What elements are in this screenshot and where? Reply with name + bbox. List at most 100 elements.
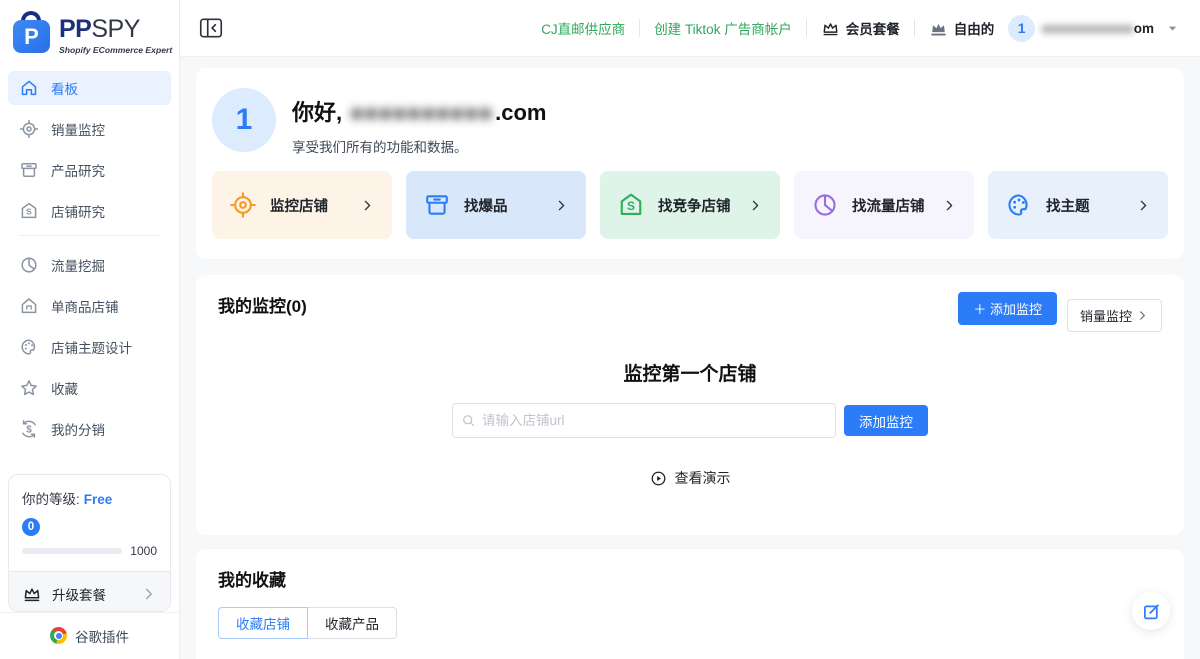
level-label: 你的等级:Free xyxy=(22,488,157,508)
chrome-icon xyxy=(50,627,67,644)
add-monitor-button[interactable]: ＋ 添加监控 xyxy=(958,292,1057,325)
level-current-badge: 0 xyxy=(22,518,40,536)
pie-chart-icon xyxy=(19,255,39,275)
sidebar-item-traffic-mining[interactable]: 流量挖掘 xyxy=(8,248,171,282)
pie-chart-icon xyxy=(811,191,839,219)
chevron-right-icon xyxy=(942,198,957,213)
level-max: 1000 xyxy=(130,544,157,558)
redacted-email: ●●●●●●●●●● xyxy=(350,100,493,126)
house-icon xyxy=(19,296,39,316)
user-menu[interactable]: 1 ●●●●●●●●●●om xyxy=(1008,15,1178,42)
my-favorites-card: 我的收藏 收藏店铺 收藏产品 xyxy=(196,549,1184,659)
tab-favorite-products[interactable]: 收藏产品 xyxy=(308,607,397,639)
crown-outline-icon xyxy=(821,19,840,38)
palette-icon xyxy=(1005,191,1033,219)
sidebar-item-label: 产品研究 xyxy=(51,160,105,180)
edit-button[interactable] xyxy=(1132,592,1170,630)
quick-action-find-competitors[interactable]: 找竞争店铺 xyxy=(600,171,780,239)
sidebar-divider xyxy=(18,235,161,236)
sidebar-item-favorites[interactable]: 收藏 xyxy=(8,371,171,405)
plugin-label: 谷歌插件 xyxy=(75,626,129,646)
play-icon xyxy=(650,470,667,487)
sidebar-item-label: 看板 xyxy=(51,78,78,98)
sidebar: P PPSPY Shopify ECommerce Expert 看板 销量监控… xyxy=(0,0,180,659)
brand-tagline: Shopify ECommerce Expert xyxy=(59,45,172,55)
quick-action-find-hot-products[interactable]: 找爆品 xyxy=(406,171,586,239)
sidebar-item-product-research[interactable]: 产品研究 xyxy=(8,153,171,187)
sidebar-item-theme-design[interactable]: 店铺主题设计 xyxy=(8,330,171,364)
greeting-subtitle: 享受我们所有的功能和数据。 xyxy=(292,136,547,156)
shop-url-input[interactable] xyxy=(452,403,836,438)
quick-action-find-traffic-stores[interactable]: 找流量店铺 xyxy=(794,171,974,239)
chevron-right-icon xyxy=(554,198,569,213)
tiktok-ads-link[interactable]: 创建 Tiktok 广告商帐户 xyxy=(654,18,792,38)
membership-plan-link[interactable]: 会员套餐 xyxy=(821,18,900,38)
greeting-card: 1 你好, ●●●●●●●●●● .com 享受我们所有的功能和数据。 监控店铺 xyxy=(196,68,1184,259)
upgrade-label: 升级套餐 xyxy=(52,584,106,604)
sidebar-item-label: 单商品店铺 xyxy=(51,296,119,316)
sidebar-item-label: 销量监控 xyxy=(51,119,105,139)
favorites-tabs: 收藏店铺 收藏产品 xyxy=(218,607,1162,639)
sidebar-item-label: 店铺研究 xyxy=(51,201,105,221)
top-bar: CJ直邮供应商 创建 Tiktok 广告商帐户 会员套餐 自由的 1 ●●●●●… xyxy=(180,0,1200,57)
my-monitor-card: 我的监控(0) ＋ 添加监控 销量监控 监控第一个店铺 xyxy=(196,275,1184,535)
divider xyxy=(639,19,640,37)
sidebar-item-my-affiliate[interactable]: 我的分销 xyxy=(8,412,171,446)
sidebar-item-label: 收藏 xyxy=(51,378,78,398)
sidebar-nav: 看板 销量监控 产品研究 店铺研究 流量挖掘 单商品店铺 xyxy=(0,59,179,453)
collapse-sidebar-icon[interactable] xyxy=(199,16,223,40)
main-area: CJ直邮供应商 创建 Tiktok 广告商帐户 会员套餐 自由的 1 ●●●●●… xyxy=(180,0,1200,659)
home-icon xyxy=(19,78,39,98)
divider xyxy=(914,19,915,37)
chrome-plugin-link[interactable]: 谷歌插件 xyxy=(0,612,179,659)
user-email: ●●●●●●●●●●om xyxy=(1042,21,1154,36)
dollar-cycle-icon xyxy=(19,419,39,439)
crown-icon xyxy=(22,584,42,604)
favorites-title: 我的收藏 xyxy=(218,566,1162,591)
sidebar-item-sales-monitor[interactable]: 销量监控 xyxy=(8,112,171,146)
sidebar-item-shop-research[interactable]: 店铺研究 xyxy=(8,194,171,228)
target-icon xyxy=(19,119,39,139)
chevron-right-icon xyxy=(748,198,763,213)
chevron-right-icon xyxy=(1136,309,1149,322)
divider xyxy=(806,19,807,37)
avatar: 1 xyxy=(1008,15,1035,42)
level-card: 你的等级:Free 0 1000 升级套餐 xyxy=(8,474,171,612)
upgrade-plan-button[interactable]: 升级套餐 xyxy=(9,571,170,612)
sidebar-item-dashboard[interactable]: 看板 xyxy=(8,71,171,105)
chevron-right-icon xyxy=(141,586,157,602)
box-icon xyxy=(423,191,451,219)
level-progress-bar xyxy=(22,548,122,554)
sales-monitor-button[interactable]: 销量监控 xyxy=(1067,299,1162,332)
current-plan-badge[interactable]: 自由的 xyxy=(929,18,995,38)
chevron-right-icon xyxy=(1136,198,1151,213)
cj-supplier-link[interactable]: CJ直邮供应商 xyxy=(541,18,625,38)
monitor-empty-title: 监控第一个店铺 xyxy=(218,359,1162,386)
avatar-large: 1 xyxy=(212,88,276,152)
logo-letter: P xyxy=(24,26,39,48)
monitor-title: 我的监控(0) xyxy=(218,292,307,317)
box-icon xyxy=(19,160,39,180)
brand-name: PPSPY xyxy=(59,17,172,42)
chevron-right-icon xyxy=(360,198,375,213)
shop-icon xyxy=(19,201,39,221)
view-demo-link[interactable]: 查看演示 xyxy=(218,468,1162,488)
greeting-title: 你好, ●●●●●●●●●● .com xyxy=(292,95,547,127)
quick-action-monitor-shop[interactable]: 监控店铺 xyxy=(212,171,392,239)
sidebar-item-single-product-store[interactable]: 单商品店铺 xyxy=(8,289,171,323)
app-window: P PPSPY Shopify ECommerce Expert 看板 销量监控… xyxy=(0,0,1200,659)
search-icon xyxy=(461,413,477,429)
sidebar-item-label: 店铺主题设计 xyxy=(51,337,132,357)
quick-action-find-themes[interactable]: 找主题 xyxy=(988,171,1168,239)
content: 1 你好, ●●●●●●●●●● .com 享受我们所有的功能和数据。 监控店铺 xyxy=(180,57,1200,659)
star-icon xyxy=(19,378,39,398)
palette-icon xyxy=(19,337,39,357)
target-icon xyxy=(229,191,257,219)
add-monitor-submit-button[interactable]: 添加监控 xyxy=(844,405,928,436)
sidebar-item-label: 流量挖掘 xyxy=(51,255,105,275)
tab-favorite-shops[interactable]: 收藏店铺 xyxy=(218,607,308,639)
caret-down-icon xyxy=(1167,23,1178,34)
ppspy-bag-icon: P xyxy=(12,9,52,55)
sidebar-item-label: 我的分销 xyxy=(51,419,105,439)
brand-logo[interactable]: P PPSPY Shopify ECommerce Expert xyxy=(0,0,179,59)
